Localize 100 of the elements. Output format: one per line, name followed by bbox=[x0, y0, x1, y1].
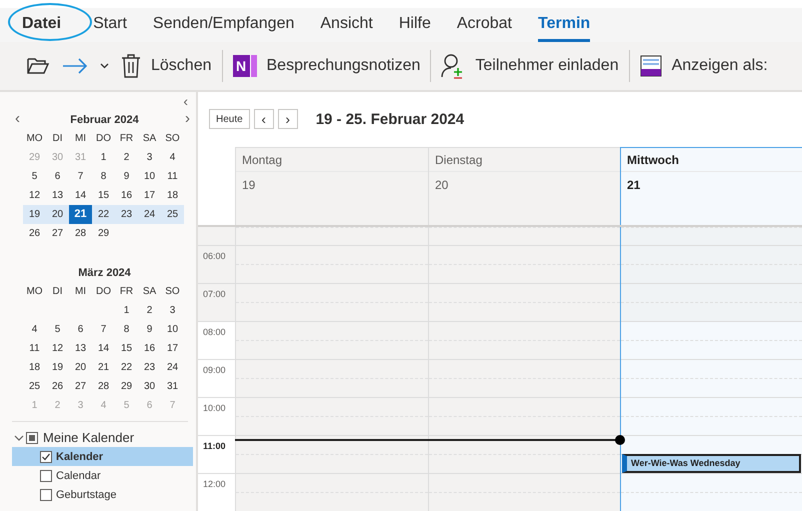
collapse-button[interactable]: ‹ bbox=[183, 94, 188, 108]
calendar-day[interactable]: 2 bbox=[138, 301, 161, 320]
checkbox[interactable] bbox=[26, 432, 38, 444]
calendar-day[interactable]: 5 bbox=[23, 167, 46, 186]
calendar-day[interactable]: 25 bbox=[23, 377, 46, 396]
weekday-label: DI bbox=[52, 132, 64, 146]
date-range-title: 19 - 25. Februar 2024 bbox=[316, 110, 464, 128]
calendar-day[interactable]: 27 bbox=[69, 377, 92, 396]
checkbox[interactable] bbox=[40, 450, 52, 462]
delete-button[interactable]: Löschen bbox=[115, 50, 218, 82]
calendar-day[interactable]: 10 bbox=[138, 167, 161, 186]
calendar-day[interactable]: 4 bbox=[23, 320, 46, 339]
ribbon-tab[interactable]: Start bbox=[93, 8, 127, 42]
calendar-day[interactable]: 9 bbox=[115, 167, 138, 186]
calendar-day[interactable]: 8 bbox=[92, 167, 115, 186]
calendar-day[interactable]: 12 bbox=[23, 186, 46, 205]
calendar-day[interactable]: 17 bbox=[161, 339, 184, 358]
calendar-day[interactable]: 1 bbox=[115, 301, 138, 320]
arrow-right-icon[interactable] bbox=[62, 58, 88, 74]
calendar-day[interactable]: 30 bbox=[138, 377, 161, 396]
calendar-day[interactable]: 3 bbox=[161, 301, 184, 320]
calendar-day[interactable]: 23 bbox=[138, 358, 161, 377]
next-month-button[interactable]: › bbox=[185, 111, 190, 127]
weekday-label: MI bbox=[74, 132, 88, 146]
month-title: Februar 2024 bbox=[70, 114, 139, 126]
calendar-day[interactable]: 18 bbox=[161, 186, 184, 205]
view-button[interactable]: Anzeigen als: bbox=[634, 51, 774, 81]
calendar-day[interactable]: 14 bbox=[92, 339, 115, 358]
calendar-day[interactable]: 16 bbox=[115, 186, 138, 205]
calendar-day[interactable]: 12 bbox=[46, 339, 69, 358]
calendar-day[interactable]: 7 bbox=[69, 167, 92, 186]
calendar-list-item[interactable]: Kalender bbox=[12, 447, 193, 466]
calendar-day[interactable]: 19 bbox=[23, 205, 46, 224]
folder-icon[interactable] bbox=[26, 56, 50, 76]
calendar-day[interactable]: 11 bbox=[23, 339, 46, 358]
day-date: 19 bbox=[241, 176, 256, 194]
chevron-down-icon[interactable] bbox=[14, 434, 24, 442]
calendar-day[interactable]: 10 bbox=[161, 320, 184, 339]
calendar-day[interactable]: 13 bbox=[69, 339, 92, 358]
calendar-day[interactable]: 6 bbox=[46, 167, 69, 186]
calendar-event[interactable]: Wer-Wie-Was Wednesday bbox=[622, 454, 801, 473]
calendar-day[interactable]: 29 bbox=[115, 377, 138, 396]
calendar-day[interactable]: 16 bbox=[138, 339, 161, 358]
notes-button[interactable]: N Besprechungsnotizen bbox=[226, 50, 426, 82]
next-button[interactable]: › bbox=[278, 109, 298, 130]
calendar-day[interactable]: 25 bbox=[161, 205, 184, 224]
calendar-day[interactable]: 15 bbox=[92, 186, 115, 205]
calendar-day[interactable]: 4 bbox=[161, 148, 184, 167]
weekday-label: FR bbox=[118, 285, 134, 299]
calendar-day[interactable]: 20 bbox=[69, 358, 92, 377]
calendar-day[interactable]: 22 bbox=[92, 205, 115, 224]
calendar-day[interactable]: 17 bbox=[138, 186, 161, 205]
calendar-day[interactable]: 26 bbox=[23, 224, 46, 243]
calendar-day[interactable]: 28 bbox=[69, 224, 92, 243]
calendar-day[interactable]: 15 bbox=[115, 339, 138, 358]
time-label: 07:00 bbox=[198, 283, 235, 321]
calendar-day[interactable]: 22 bbox=[115, 358, 138, 377]
time-label: 06:00 bbox=[198, 245, 235, 283]
calendar-day[interactable]: 7 bbox=[92, 320, 115, 339]
calendar-day[interactable]: 3 bbox=[138, 148, 161, 167]
calendar-day[interactable]: 5 bbox=[46, 320, 69, 339]
calendar-day[interactable]: 2 bbox=[115, 148, 138, 167]
checkbox[interactable] bbox=[40, 488, 52, 500]
trash-icon bbox=[121, 54, 141, 78]
calendar-day[interactable]: 18 bbox=[23, 358, 46, 377]
today-button[interactable]: Heute bbox=[209, 109, 250, 130]
ribbon-tab[interactable]: Acrobat bbox=[456, 8, 512, 42]
calendar-day[interactable]: 14 bbox=[69, 186, 92, 205]
calendar-day[interactable]: 1 bbox=[92, 148, 115, 167]
calendar-day[interactable]: 19 bbox=[46, 358, 69, 377]
calendar-day[interactable]: 28 bbox=[92, 377, 115, 396]
previous-button[interactable]: ‹ bbox=[254, 109, 274, 130]
calendar-day[interactable]: 23 bbox=[115, 205, 138, 224]
ribbon-tab[interactable]: Hilfe bbox=[398, 8, 431, 42]
checkbox[interactable] bbox=[40, 470, 52, 482]
calendar-day[interactable]: 29 bbox=[92, 224, 115, 243]
calendar-day[interactable]: 26 bbox=[46, 377, 69, 396]
calendar-day[interactable]: 20 bbox=[46, 205, 69, 224]
calendar-day[interactable]: 9 bbox=[138, 320, 161, 339]
day-date: 21 bbox=[626, 176, 642, 194]
invite-button[interactable]: Teilnehmer einladen bbox=[435, 49, 625, 83]
calendar-day[interactable]: 11 bbox=[161, 167, 184, 186]
calendar-day[interactable]: 31 bbox=[161, 377, 184, 396]
calendar-day[interactable]: 8 bbox=[115, 320, 138, 339]
calendar-list-item[interactable]: Calendar bbox=[12, 466, 193, 485]
ribbon-tab[interactable]: Datei bbox=[22, 8, 62, 42]
day-name: Mittwoch bbox=[621, 148, 802, 172]
ribbon-tab[interactable]: Senden/Empfangen bbox=[152, 8, 294, 42]
caret-icon[interactable] bbox=[100, 63, 109, 69]
calendar-day[interactable]: 6 bbox=[69, 320, 92, 339]
weekday-label: MI bbox=[74, 285, 88, 299]
previous-month-button[interactable]: ‹ bbox=[15, 111, 20, 127]
calendar-day[interactable]: 21 bbox=[92, 358, 115, 377]
calendar-day[interactable]: 24 bbox=[138, 205, 161, 224]
calendar-list-item[interactable]: Geburtstage bbox=[12, 485, 193, 504]
calendar-day[interactable]: 27 bbox=[46, 224, 69, 243]
calendar-day[interactable]: 13 bbox=[46, 186, 69, 205]
calendar-day[interactable]: 21 bbox=[69, 205, 92, 224]
ribbon-tab[interactable]: Ansicht bbox=[320, 8, 373, 42]
calendar-day[interactable]: 24 bbox=[161, 358, 184, 377]
